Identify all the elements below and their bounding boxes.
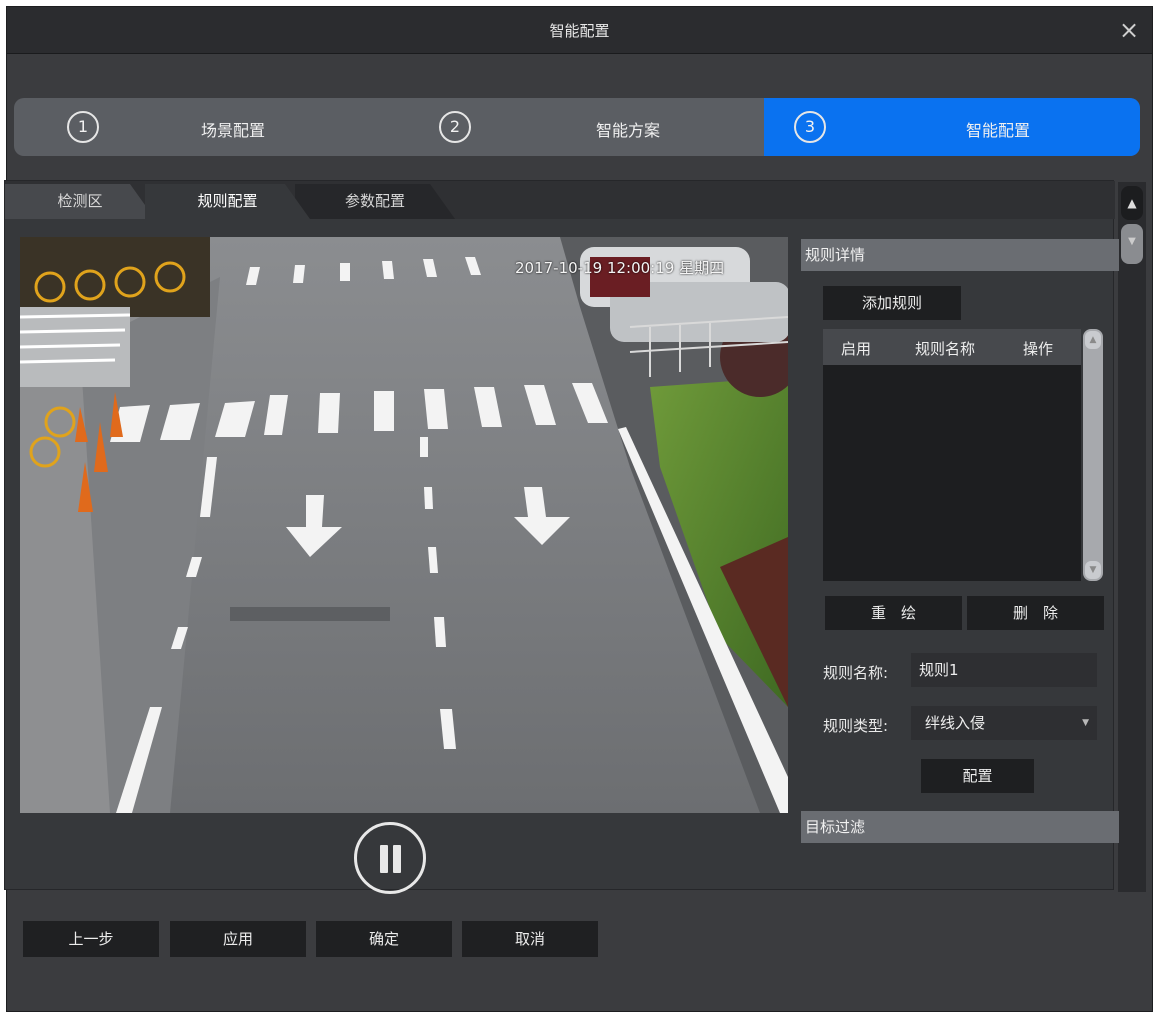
scroll-down-icon[interactable]: ▼ (1085, 561, 1101, 579)
scroll-up-icon[interactable]: ▲ (1085, 331, 1101, 349)
rule-table: 启用 规则名称 操作 (823, 329, 1081, 581)
cancel-button[interactable]: 取消 (462, 921, 598, 957)
add-rule-button[interactable]: 添加规则 (823, 286, 961, 320)
scroll-thumb[interactable]: ▼ (1121, 224, 1143, 264)
step-smart-config[interactable]: 3 智能配置 (764, 98, 1140, 156)
tab-detection-zone[interactable]: 检测区 (5, 184, 155, 219)
tab-parameter-config[interactable]: 参数配置 (295, 184, 455, 219)
page-scrollbar[interactable]: ▲ ▼ (1118, 182, 1146, 892)
confirm-button[interactable]: 确定 (316, 921, 452, 957)
previous-step-button[interactable]: 上一步 (23, 921, 159, 957)
scroll-up-icon[interactable]: ▲ (1121, 186, 1143, 220)
tab-rule-config[interactable]: 规则配置 (145, 184, 310, 219)
column-action: 操作 (1023, 340, 1054, 358)
step-number-3: 3 (794, 111, 826, 143)
step-label: 场景配置 (201, 121, 266, 140)
rule-name-label: 规则名称: (823, 664, 889, 682)
video-timestamp-osd: 2017-10-19 12:00:19 星期四 (515, 259, 725, 277)
column-enable: 启用 (841, 340, 872, 358)
step-scene-config[interactable]: 1 场景配置 (14, 98, 389, 156)
dialog-title: 智能配置 (549, 22, 610, 40)
rule-detail-header[interactable]: 规则详情 (801, 239, 1119, 271)
step-label: 智能方案 (596, 121, 661, 140)
road-scene-image (20, 237, 788, 813)
rule-type-select[interactable]: 绊线入侵 ▼ (911, 706, 1097, 740)
video-preview[interactable]: 2017-10-19 12:00:19 星期四 (20, 237, 788, 813)
pause-icon (380, 845, 388, 873)
delete-button[interactable]: 删 除 (967, 596, 1104, 630)
title-bar: 智能配置 × (7, 7, 1152, 54)
pause-icon (393, 845, 401, 873)
step-number-2: 2 (439, 111, 471, 143)
redraw-button[interactable]: 重 绘 (825, 596, 962, 630)
step-wizard: 1 场景配置 2 智能方案 3 智能配置 (14, 98, 1140, 156)
rule-name-input[interactable]: 规则1 (911, 653, 1097, 687)
step-smart-plan[interactable]: 2 智能方案 (389, 98, 764, 156)
rule-table-header: 启用 规则名称 操作 (823, 329, 1081, 365)
chevron-down-icon: ▼ (1082, 718, 1089, 728)
rule-type-value: 绊线入侵 (925, 714, 986, 732)
apply-button[interactable]: 应用 (170, 921, 306, 957)
pause-button[interactable] (354, 822, 426, 894)
config-button[interactable]: 配置 (921, 759, 1034, 793)
step-number-1: 1 (67, 111, 99, 143)
rule-type-label: 规则类型: (823, 717, 889, 735)
target-filter-header[interactable]: 目标过滤 (801, 811, 1119, 843)
step-label: 智能配置 (966, 121, 1031, 140)
close-icon[interactable]: × (1116, 17, 1142, 43)
rule-table-scrollbar[interactable]: ▲ ▼ (1083, 329, 1103, 581)
tab-bar: 检测区 参数配置 规则配置 (5, 181, 1115, 219)
column-rule-name: 规则名称 (915, 340, 976, 358)
